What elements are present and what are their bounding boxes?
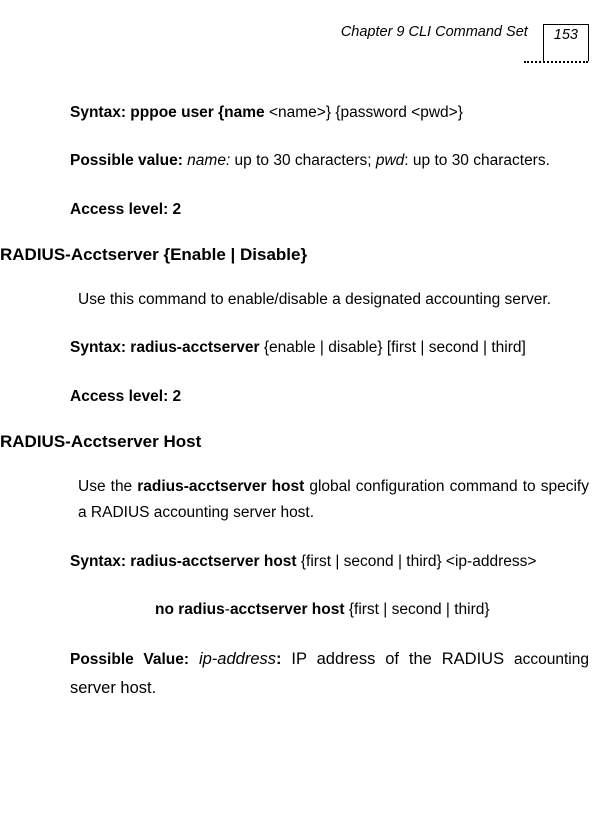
no-cmd-rest: {first | second | third} — [345, 601, 490, 618]
pv-label: Possible value: — [70, 152, 183, 169]
header-chapter: Chapter 9 CLI Command Set — [341, 24, 528, 40]
access-level: Access level: 2 — [70, 201, 181, 218]
pv-rest: IP address of the RADIUS — [282, 650, 515, 668]
syntax-label: Syntax: pppoe user {name — [70, 104, 265, 121]
pv-ip-italic: ip-address — [189, 650, 276, 668]
possible-value-line: Possible Value: ip-address: IP address o… — [70, 645, 589, 701]
section-heading-host: RADIUS-Acctserver Host — [0, 432, 589, 452]
no-cmd-bold: no radius — [155, 601, 225, 618]
access-level: Access level: 2 — [70, 388, 181, 405]
pv-name: name: — [183, 152, 230, 169]
desc-pre: Use the — [78, 478, 137, 495]
syntax-line: Syntax: radius-acctserver {enable | disa… — [70, 335, 589, 361]
syntax-label: Syntax: radius-acctserver — [70, 339, 260, 356]
page-number: 153 — [543, 24, 589, 61]
pv-pwd-rest: : up to 30 characters. — [404, 152, 550, 169]
no-cmd-bold2: acctserver host — [230, 601, 345, 618]
description-text: Use the radius-acctserver host global co… — [78, 474, 589, 527]
syntax-text: <name>} {password <pwd>} — [265, 104, 463, 121]
pv-acc: accounting — [514, 651, 589, 668]
syntax-label: Syntax: radius-acctserver host — [70, 553, 297, 570]
syntax-text: {enable | disable} [first | second | thi… — [260, 339, 526, 356]
description-text: Use this command to enable/disable a des… — [78, 287, 589, 313]
pv-pwd: pwd — [376, 152, 404, 169]
desc-bold: radius-acctserver host — [137, 478, 304, 495]
page-header: Chapter 9 CLI Command Set 153 — [341, 24, 589, 61]
page-content: Syntax: pppoe user {name <name>} {passwo… — [0, 100, 589, 702]
syntax-line: Syntax: radius-acctserver host {first | … — [70, 549, 589, 575]
section-heading-enable-disable: RADIUS-Acctserver {Enable | Disable} — [0, 245, 589, 265]
pv-name-rest: up to 30 characters; — [230, 152, 376, 169]
pv-label: Possible Value: — [70, 651, 189, 668]
syntax-line: Syntax: pppoe user {name <name>} {passwo… — [70, 100, 589, 126]
pv-server: server host. — [70, 679, 156, 697]
syntax-text: {first | second | third} <ip-address> — [297, 553, 537, 570]
possible-value-line: Possible value: name: up to 30 character… — [70, 148, 589, 174]
access-level-line: Access level: 2 — [70, 384, 589, 410]
no-command-line: no radius-acctserver host {first | secon… — [155, 597, 589, 623]
access-level-line: Access level: 2 — [70, 197, 589, 223]
